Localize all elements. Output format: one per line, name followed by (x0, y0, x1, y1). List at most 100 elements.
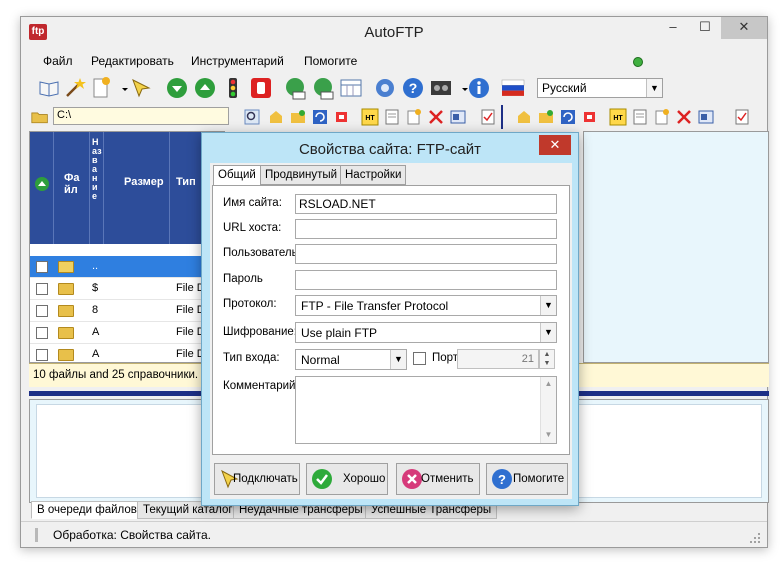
info-icon[interactable] (467, 76, 491, 100)
checklist-icon[interactable] (479, 108, 497, 126)
properties-icon[interactable] (449, 108, 467, 126)
menu-edit[interactable]: Редактировать (91, 54, 174, 68)
remote-new-file-icon[interactable] (653, 108, 671, 126)
help-question-icon[interactable]: ? (401, 76, 425, 100)
new-document-icon[interactable] (89, 76, 113, 100)
remote-rename-icon[interactable] (581, 108, 599, 126)
dialog-title[interactable]: Свойства сайта: FTP-сайт (202, 141, 578, 158)
schedule-globe-2-icon[interactable] (311, 76, 335, 100)
dropdown-arrow-icon[interactable] (113, 76, 128, 100)
calendar-icon[interactable] (339, 76, 363, 100)
menu-tools[interactable]: Инструментарий (191, 54, 284, 68)
comment-textarea[interactable]: ▲ ▼ (295, 376, 557, 444)
up-folder-icon[interactable] (267, 108, 285, 126)
chevron-down-icon[interactable]: ▼ (540, 323, 556, 342)
list-header: Фа йл Название Размер Тип (30, 132, 224, 244)
tab-general[interactable]: Общий (213, 165, 261, 187)
cursor-icon[interactable] (129, 76, 153, 100)
menu-file[interactable]: Файл (43, 54, 73, 68)
magic-wand-icon[interactable] (63, 76, 87, 100)
rename-icon[interactable] (333, 108, 351, 126)
russian-flag-icon[interactable] (501, 76, 525, 100)
schedule-globe-icon[interactable] (283, 76, 307, 100)
list-item[interactable]: A File D (30, 322, 224, 344)
header-col-file[interactable]: Фа йл (54, 132, 90, 244)
username-input[interactable] (295, 244, 557, 264)
header-col-size[interactable]: Размер (104, 132, 170, 244)
remote-file-list[interactable] (583, 131, 769, 363)
remote-properties-icon[interactable] (697, 108, 715, 126)
open-book-icon[interactable] (37, 76, 61, 100)
remote-edit-file-icon[interactable] (631, 108, 649, 126)
site-name-input[interactable]: RSLOAD.NET (295, 194, 557, 214)
tab-settings[interactable]: Настройки (340, 165, 407, 185)
svg-text:HT: HT (613, 115, 623, 122)
encryption-select[interactable]: Use plain FTP ▼ (295, 322, 557, 343)
password-input[interactable] (295, 270, 557, 290)
remote-delete-icon[interactable] (675, 108, 693, 126)
port-input[interactable]: 21 (457, 349, 539, 369)
header-col-name[interactable]: Название (90, 132, 104, 244)
row-checkbox[interactable] (36, 305, 48, 317)
tab-queued-files[interactable]: В очереди файлов (31, 501, 143, 519)
stop-hand-icon[interactable] (249, 76, 273, 100)
remote-checklist-icon[interactable] (733, 108, 751, 126)
cancel-button[interactable]: Отменить (396, 463, 480, 495)
title-bar[interactable]: ftp AutoFTP – ☐ ✕ (21, 17, 767, 47)
resize-grip-icon[interactable] (749, 532, 761, 544)
port-spinner[interactable]: ▲ ▼ (539, 349, 555, 369)
protocol-select[interactable]: FTP - File Transfer Protocol ▼ (295, 295, 557, 316)
folder-icon (58, 305, 74, 317)
remote-up-folder-icon[interactable] (515, 108, 533, 126)
port-checkbox[interactable] (413, 352, 426, 365)
maximize-button[interactable]: ☐ (691, 17, 719, 39)
chevron-down-icon[interactable]: ▼ (646, 79, 662, 97)
row-checkbox[interactable] (36, 283, 48, 295)
header-col-up[interactable] (30, 132, 54, 244)
find-icon[interactable] (243, 108, 261, 126)
upload-icon[interactable] (193, 76, 217, 100)
new-folder-icon[interactable] (289, 108, 307, 126)
dropdown-arrow-2-icon[interactable] (453, 76, 468, 100)
row-checkbox[interactable] (36, 349, 48, 361)
refresh-icon[interactable] (311, 108, 329, 126)
language-select[interactable]: Русский ▼ (537, 78, 663, 98)
remote-html-icon[interactable]: HT (609, 108, 627, 126)
row-checkbox[interactable] (36, 327, 48, 339)
connect-button[interactable]: Подключать (214, 463, 300, 495)
download-icon[interactable] (165, 76, 189, 100)
new-file-icon[interactable] (405, 108, 423, 126)
up-arrow-icon[interactable] (34, 176, 50, 192)
edit-file-icon[interactable] (383, 108, 401, 126)
dialog-close-button[interactable]: ✕ (539, 135, 571, 155)
host-url-input[interactable] (295, 219, 557, 239)
remote-new-folder-icon[interactable] (537, 108, 555, 126)
list-item[interactable]: 8 File D (30, 300, 224, 322)
list-item[interactable]: .. (30, 256, 224, 278)
gear-icon[interactable] (373, 76, 397, 100)
film-icon[interactable] (429, 76, 453, 100)
folder-open-icon[interactable] (31, 108, 53, 126)
comment-scrollbar[interactable]: ▲ ▼ (540, 377, 556, 443)
chevron-down-icon[interactable]: ▼ (540, 296, 556, 315)
list-item[interactable]: A File D (30, 344, 224, 362)
local-file-list[interactable]: Фа йл Название Размер Тип .. $ File D 8 … (29, 131, 225, 363)
menu-help[interactable]: Помогите (304, 54, 357, 68)
html-icon[interactable]: HT (361, 108, 379, 126)
login-type-select[interactable]: Normal ▼ (295, 349, 407, 370)
row-checkbox[interactable] (36, 261, 48, 273)
language-selected-value: Русский (542, 81, 587, 95)
chevron-down-icon[interactable]: ▼ (390, 350, 406, 369)
close-window-button[interactable]: ✕ (721, 17, 767, 39)
ok-button[interactable]: Хорошо (306, 463, 388, 495)
list-item[interactable]: $ File D (30, 278, 224, 300)
status-grip (35, 528, 38, 542)
tab-advanced[interactable]: Продвинутый (260, 165, 343, 185)
cancel-label: Отменить (421, 473, 474, 485)
local-path-input[interactable]: C:\ (53, 107, 229, 125)
remote-refresh-icon[interactable] (559, 108, 577, 126)
delete-icon[interactable] (427, 108, 445, 126)
minimize-button[interactable]: – (659, 17, 687, 39)
traffic-light-icon[interactable] (221, 76, 245, 100)
help-button[interactable]: ? Помогите (486, 463, 568, 495)
